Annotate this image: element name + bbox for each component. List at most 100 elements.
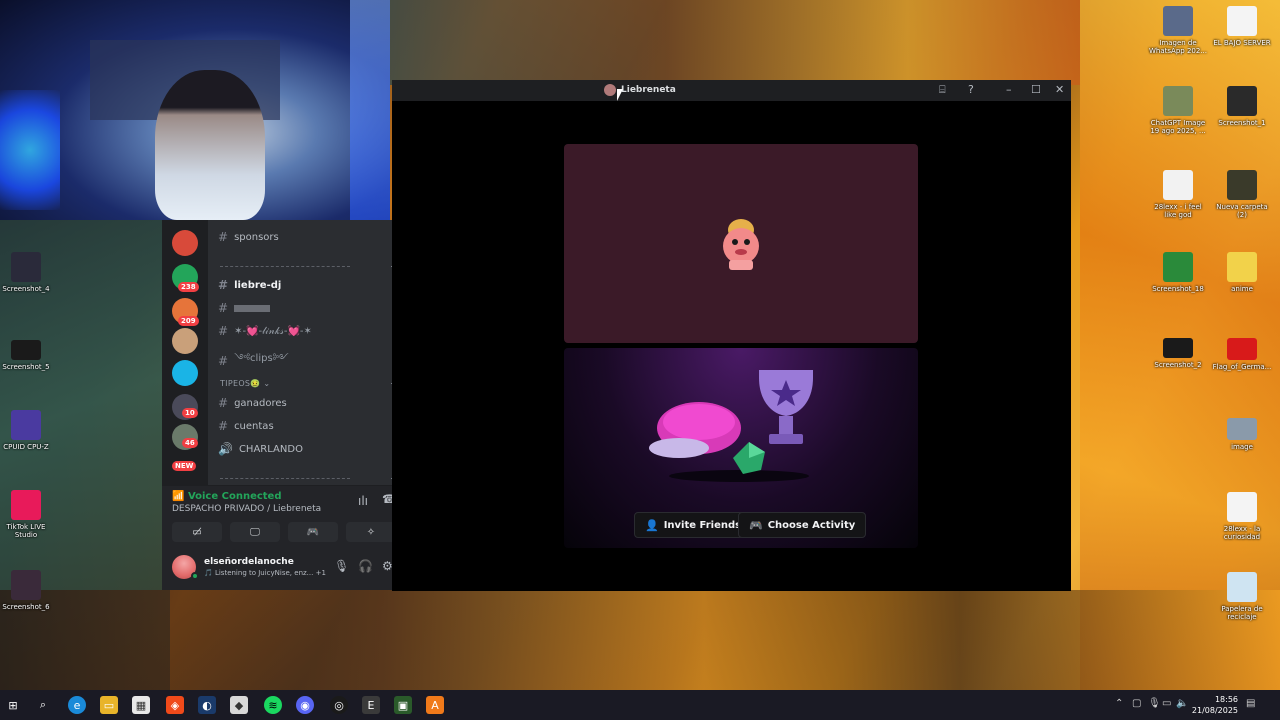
user-panel: elseñordelanoche 🎵 Listening to JuicyNis… xyxy=(162,547,408,590)
activity-launcher-tile: 👤 Invite Friends 🎮 Choose Activity xyxy=(564,348,918,548)
noise-suppression-icon[interactable]: ılı xyxy=(358,494,368,508)
hash-icon: # xyxy=(218,278,229,292)
server-new[interactable]: NEW xyxy=(172,456,198,482)
voice-status: 📶 Voice Connected xyxy=(172,491,282,502)
activity-window: Liebreneta ⌸ ? – ☐ ✕ 👤 Invite Friends 🎮 … xyxy=(392,80,1071,591)
tray-app-icon[interactable]: ▢ xyxy=(1132,698,1141,709)
desktop-icon[interactable]: Screenshot_2 xyxy=(1148,338,1208,369)
participant-avatar xyxy=(723,219,759,270)
voice-location[interactable]: DESPACHO PRIVADO / Liebreneta xyxy=(172,504,321,514)
server-icon[interactable] xyxy=(172,230,198,256)
server-icon[interactable]: 46 xyxy=(172,424,198,450)
taskbar: ⊞ ⌕ e ▭ ▦ ◈ ◐ ◆ ≋ ◉ ◎ E ▣ A ⌃ ▢ 🎙 ▭ 🔈 18… xyxy=(0,690,1280,720)
voice-connected-panel: 📶 Voice Connected DESPACHO PRIVADO / Lie… xyxy=(162,485,408,547)
desktop-icon[interactable]: 28lexx - i feel like god xyxy=(1148,170,1208,219)
brave-icon[interactable]: ◈ xyxy=(166,696,184,714)
microphone-icon[interactable]: 🎙 xyxy=(334,559,349,573)
server-icon[interactable] xyxy=(172,328,198,354)
username: elseñordelanoche xyxy=(204,557,294,567)
server-icon[interactable]: 238 xyxy=(172,264,199,292)
choose-activity-button[interactable]: 🎮 Choose Activity xyxy=(738,512,867,538)
tray-chevron-icon[interactable]: ⌃ xyxy=(1115,698,1123,709)
server-icon[interactable]: 10 xyxy=(172,394,198,420)
channel-sponsors[interactable]: # sponsors xyxy=(218,230,279,244)
channel-cuentas[interactable]: # cuentas xyxy=(218,419,274,433)
channel-ganadores[interactable]: # ganadores xyxy=(218,396,287,410)
help-icon[interactable]: ? xyxy=(968,83,974,96)
desktop-icon[interactable]: Nueva carpeta (2) xyxy=(1212,170,1272,219)
redacted-label xyxy=(234,304,271,312)
desktop-icon[interactable]: Screenshot_1 xyxy=(1212,86,1272,127)
chrome-icon[interactable]: ◎ xyxy=(330,696,348,714)
search-icon[interactable]: ⌕ xyxy=(34,696,52,714)
desktop-icon[interactable]: Screenshot_4 xyxy=(0,252,56,293)
mouse-cursor xyxy=(617,89,623,101)
category-tipeos[interactable]: TIPEOS🤢 ⌄ xyxy=(220,379,270,388)
volume-icon[interactable]: 🔈 xyxy=(1176,698,1188,709)
maximize-icon[interactable]: ☐ xyxy=(1031,83,1041,96)
app-orange-icon[interactable]: A xyxy=(426,696,444,714)
close-icon[interactable]: ✕ xyxy=(1055,83,1064,96)
desktop-icon[interactable]: Flag_of_Germa... xyxy=(1212,338,1272,371)
voice-channel-charlando[interactable]: 🔊 CHARLANDO xyxy=(218,442,303,456)
wallpaper-top xyxy=(390,0,1080,85)
network-icon[interactable]: ▭ xyxy=(1162,698,1171,709)
wallpaper-bottom xyxy=(0,590,1280,690)
server-icon[interactable]: 209 xyxy=(172,298,199,326)
notification-icon[interactable]: ▤ xyxy=(1246,698,1255,709)
desktop-icon[interactable]: 28lexx - la curiosidad xyxy=(1212,492,1272,541)
channel-redacted[interactable]: # xyxy=(218,301,271,315)
rocket-icon: 🎮 xyxy=(749,518,763,532)
headphones-icon[interactable]: 🎧 xyxy=(358,559,373,573)
soundboard-button[interactable]: ✧ xyxy=(346,522,396,542)
activity-button[interactable]: 🎮 xyxy=(288,522,338,542)
start-button[interactable]: ⊞ xyxy=(4,696,22,714)
desktop-icon[interactable]: Imagen de WhatsApp 202... xyxy=(1148,6,1208,55)
desktop-icon[interactable]: CPUID CPU-Z xyxy=(0,410,56,451)
inbox-icon[interactable]: ⌸ xyxy=(939,83,946,97)
channel-clips[interactable]: # ༺clips༻ xyxy=(218,347,289,375)
spotify-icon[interactable]: ≋ xyxy=(264,696,282,714)
hash-icon: # xyxy=(218,324,229,338)
screen-share-button[interactable]: 🖵 xyxy=(230,522,280,542)
desktop-icon[interactable]: Screenshot_18 xyxy=(1148,252,1208,293)
minimize-icon[interactable]: – xyxy=(1006,83,1012,96)
window-titlebar[interactable]: Liebreneta ⌸ ? – ☐ ✕ xyxy=(392,80,1071,101)
file-explorer-icon[interactable]: ▭ xyxy=(100,696,118,714)
webcam-light xyxy=(0,90,60,210)
server-list: 238 209 10 46 NEW xyxy=(162,220,208,485)
edge-icon[interactable]: e xyxy=(68,696,86,714)
desktop-icon[interactable]: EL BAJO SERVER xyxy=(1212,6,1272,47)
screen-share-icon: 🖵 xyxy=(250,526,260,538)
recycle-bin-icon[interactable]: Papelera de reciclaje xyxy=(1212,572,1272,621)
tray-mic-icon[interactable]: 🎙 xyxy=(1148,698,1161,709)
desktop-icon[interactable]: Screenshot_6 xyxy=(0,570,56,611)
desktop-icon[interactable]: anime xyxy=(1212,252,1272,293)
hash-icon: # xyxy=(218,396,229,410)
clock[interactable]: 18:56 21/08/2025 xyxy=(1190,694,1238,716)
participant-tile[interactable] xyxy=(564,144,918,343)
add-person-icon: 👤 xyxy=(645,518,659,532)
webcam-overlay xyxy=(0,0,390,220)
epic-games-icon[interactable]: E xyxy=(362,696,380,714)
hash-icon: # xyxy=(218,419,229,433)
channel-liebre-dj[interactable]: # liebre-dj xyxy=(218,278,281,292)
soundboard-icon: ✧ xyxy=(366,526,376,538)
store-icon[interactable]: ▦ xyxy=(132,696,150,714)
camera-button[interactable]: ▭̸ xyxy=(172,522,222,542)
desktop-icon[interactable]: Screenshot_5 xyxy=(0,340,56,371)
app-icon[interactable]: ◆ xyxy=(230,696,248,714)
invite-friends-button[interactable]: 👤 Invite Friends xyxy=(634,512,753,538)
window-title: Liebreneta xyxy=(604,84,676,96)
terminal-icon[interactable]: ▣ xyxy=(394,696,412,714)
desktop-icon[interactable]: image xyxy=(1212,418,1272,451)
server-icon[interactable] xyxy=(172,360,198,386)
channel-links[interactable]: # ✶-💓-𝓁𝒾𝓃𝓀𝓈-💓-✶ xyxy=(218,324,312,338)
discord-icon[interactable]: ◉ xyxy=(296,696,314,714)
desktop-icon[interactable]: TikTok LIVE Studio xyxy=(0,490,56,539)
category-divider xyxy=(220,478,350,479)
steam-icon[interactable]: ◐ xyxy=(198,696,216,714)
activity-illustration xyxy=(649,370,813,482)
gamepad-icon: 🎮 xyxy=(306,526,320,538)
desktop-icon[interactable]: ChatGPT Image 19 ago 2025, ... xyxy=(1148,86,1208,135)
